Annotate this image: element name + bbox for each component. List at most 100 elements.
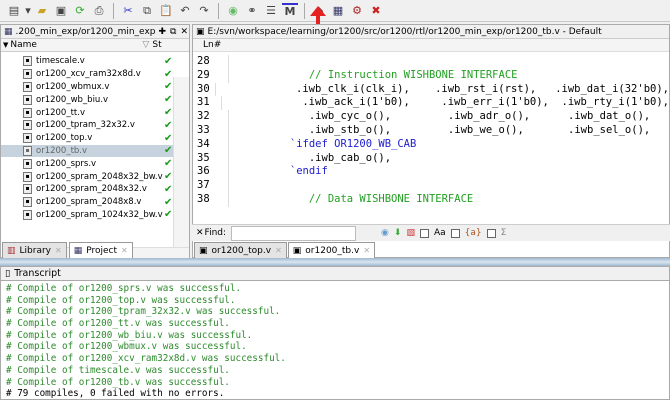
- line-number: 34: [193, 137, 229, 152]
- column-name[interactable]: Name: [10, 40, 142, 50]
- find-down-icon[interactable]: ⬇: [394, 228, 402, 238]
- vertical-scrollbar[interactable]: [173, 77, 189, 247]
- code-area[interactable]: 28 29 // Instruction WISHBONE INTERFACE 30…: [193, 55, 669, 207]
- verilog-file-icon: ▪: [23, 69, 32, 80]
- file-row[interactable]: ▪ or1200_tt.v ✔: [1, 106, 189, 119]
- sigma-checkbox[interactable]: [486, 228, 496, 238]
- refresh-icon[interactable]: ⟳: [72, 3, 88, 19]
- break-icon[interactable]: ✖: [368, 3, 384, 19]
- transcript-summary: # 79 compiles, 0 failed with no errors.: [6, 388, 225, 400]
- redo-icon[interactable]: ↷: [196, 3, 212, 19]
- transcript-line: # Compile of or1200_tb.v was successful.: [6, 376, 230, 388]
- transcript-line: # Compile of or1200_wbmux.v was successf…: [6, 341, 247, 353]
- save-icon[interactable]: ▣: [53, 3, 69, 19]
- highlight-icon[interactable]: ▧: [406, 228, 415, 238]
- line-number: 35: [193, 151, 229, 166]
- dropdown-icon[interactable]: ▾: [25, 3, 31, 19]
- library-icon: ▥: [7, 245, 16, 256]
- divider: [113, 2, 114, 19]
- panel-title-bar: ▦ .200_min_exp/or1200_min_exp ✚ ⧉ ✕: [1, 25, 189, 39]
- transcript-line: # Compile of or1200_top.v was successful…: [6, 294, 236, 306]
- panel-title: .200_min_exp/or1200_min_exp: [15, 26, 156, 37]
- dock-icon[interactable]: ✚: [158, 27, 166, 37]
- close-find-icon[interactable]: ✕: [196, 228, 204, 238]
- find-next-icon[interactable]: ◉: [381, 228, 389, 238]
- close-icon[interactable]: ✕: [363, 246, 370, 255]
- verilog-file-icon: ▪: [23, 107, 32, 118]
- paste-icon[interactable]: 📋: [158, 3, 174, 19]
- close-icon[interactable]: ✕: [121, 246, 128, 255]
- code-text: // Data WISHBONE INTERFACE: [233, 192, 474, 205]
- verilog-file-icon: ▪: [23, 171, 32, 182]
- close-icon[interactable]: ✕: [55, 246, 62, 255]
- editor-title-bar: ▣ E:/svn/workspace/learning/or1200/src/o…: [193, 25, 669, 39]
- tab-label: or1200_top.v: [211, 245, 272, 256]
- file-row[interactable]: ▪ or1200_xcv_ram32x8d.v ✔: [1, 68, 189, 81]
- verilog-file-icon: ▪: [23, 158, 32, 169]
- find-binoculars-icon[interactable]: ⚭: [244, 3, 260, 19]
- verilog-file-icon: ▪: [23, 145, 32, 156]
- file-row[interactable]: ▪ timescale.v ✔: [1, 55, 189, 68]
- undock-icon[interactable]: ⧉: [170, 27, 176, 37]
- file-row[interactable]: ▪ or1200_tpram_32x32.v ✔: [1, 119, 189, 132]
- file-row[interactable]: ▪ or1200_wb_biu.v ✔: [1, 93, 189, 106]
- file-row[interactable]: ▪ or1200_spram_2048x8.v ✔: [1, 196, 189, 209]
- file-row[interactable]: ▪ or1200_wbmux.v ✔: [1, 81, 189, 94]
- list-icon[interactable]: ☰: [263, 3, 279, 19]
- file-name: or1200_tpram_32x32.v: [36, 120, 135, 131]
- file-name: or1200_spram_2048x32_bw.v: [36, 171, 163, 182]
- line-number: 37: [193, 179, 229, 193]
- code-line: 34 `ifdef OR1200_WB_CAB: [193, 137, 669, 152]
- compiled-check-icon: ✔: [164, 145, 173, 157]
- print-icon[interactable]: ⎙: [91, 3, 107, 19]
- column-status[interactable]: St: [152, 40, 161, 50]
- file-icon: ▣: [199, 245, 208, 256]
- cut-icon[interactable]: ✂: [120, 3, 136, 19]
- compiled-check-icon: ✔: [164, 119, 173, 131]
- new-file-icon[interactable]: ▤: [6, 3, 22, 19]
- close-icon[interactable]: ✕: [275, 246, 282, 255]
- filter-icon[interactable]: ▽: [142, 40, 152, 50]
- transcript-line: # Compile of or1200_sprs.v was successfu…: [6, 283, 242, 294]
- compile-icon[interactable]: ◉: [225, 3, 241, 19]
- code-line: 28: [193, 55, 669, 69]
- close-icon[interactable]: ✕: [180, 27, 188, 37]
- m-icon[interactable]: M: [282, 2, 298, 19]
- match-case-checkbox[interactable]: [419, 228, 429, 238]
- library-icon[interactable]: ▦: [330, 3, 346, 19]
- file-row[interactable]: ▪ or1200_sprs.v ✔: [1, 157, 189, 170]
- file-name: or1200_spram_1024x32_bw.v: [36, 209, 163, 220]
- file-row[interactable]: ▪ or1200_spram_2048x32.v ✔: [1, 183, 189, 196]
- tab-or1200-tb[interactable]: ▣ or1200_tb.v ✕: [287, 242, 376, 258]
- undo-icon[interactable]: ↶: [177, 3, 193, 19]
- transcript-line: # Compile of or1200_xcv_ram32x8d.v was s…: [6, 353, 286, 365]
- pane-splitter[interactable]: [0, 258, 670, 266]
- line-number: 30: [193, 82, 217, 97]
- open-folder-icon[interactable]: ▰: [34, 3, 50, 19]
- file-row[interactable]: ▪ or1200_tb.v ✔: [1, 144, 189, 158]
- code-line: 32 .iwb_cyc_o(), .iwb_adr_o(), .iwb_dat_…: [193, 110, 669, 124]
- compiled-check-icon: ✔: [164, 94, 173, 106]
- tab-or1200-top[interactable]: ▣ or1200_top.v ✕: [194, 242, 287, 258]
- transcript-output[interactable]: # Compile of or1200_sprs.v was successfu…: [1, 281, 669, 400]
- file-row[interactable]: ▪ or1200_spram_1024x32_bw.v ✔: [1, 209, 189, 222]
- tab-library[interactable]: ▥ Library ✕: [2, 242, 67, 258]
- file-row[interactable]: ▪ or1200_top.v ✔: [1, 132, 189, 145]
- verilog-file-icon: ▪: [23, 209, 32, 220]
- line-number: 29: [193, 68, 229, 83]
- copy-icon[interactable]: ⧉: [139, 3, 155, 19]
- code-line: 31 .iwb_ack_i(1'b0), .iwb_err_i(1'b0), .…: [193, 96, 669, 111]
- code-line: 35 .iwb_cab_o(),: [193, 151, 669, 166]
- file-name: timescale.v: [36, 56, 85, 67]
- main-toolbar: ▤ ▾ ▰ ▣ ⟳ ⎙ ✂ ⧉ 📋 ↶ ↷ ◉ ⚭ ☰ M ⬗ ▦ ⚙ ✖: [0, 0, 670, 22]
- editor-title: E:/svn/workspace/learning/or1200/src/or1…: [207, 26, 602, 37]
- tab-project[interactable]: ▦ Project ✕: [68, 242, 133, 258]
- file-row[interactable]: ▪ or1200_spram_2048x32_bw.v ✔: [1, 170, 189, 183]
- code-line: 38 // Data WISHBONE INTERFACE: [193, 192, 669, 207]
- line-number-header: Ln#: [193, 39, 669, 52]
- compiled-check-icon: ✔: [164, 209, 173, 221]
- code-line: 29 // Instruction WISHBONE INTERFACE: [193, 68, 669, 83]
- find-input[interactable]: [231, 225, 357, 241]
- simulate-icon[interactable]: ⚙: [349, 3, 365, 19]
- regex-checkbox[interactable]: [450, 228, 460, 238]
